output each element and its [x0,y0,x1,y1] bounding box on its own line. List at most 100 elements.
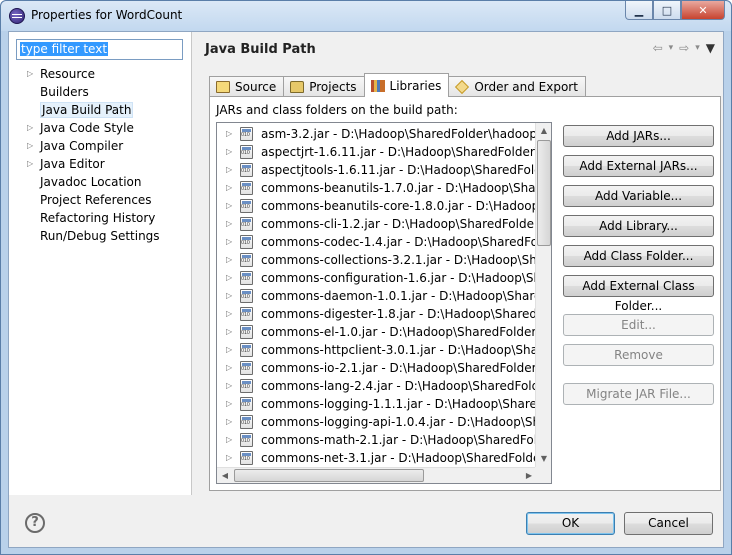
source-folder-icon [216,81,230,93]
expand-arrow-icon[interactable]: ▷ [226,269,232,287]
vertical-scrollbar[interactable]: ▲ ▼ [535,123,551,467]
add-variable-button[interactable]: Add Variable... [563,185,714,207]
list-item[interactable]: ▷ aspectjrt-1.6.11.jar - D:\Hadoop\Shared… [217,143,537,161]
tree-item-refactoring-history[interactable]: Refactoring History [9,209,192,227]
expand-arrow-icon[interactable]: ▷ [226,197,232,215]
expand-arrow-icon[interactable]: ▷ [226,341,232,359]
list-item[interactable]: ▷ commons-net-3.1.jar - D:\Hadoop\SharedF… [217,449,537,467]
add-external-class-folder-button[interactable]: Add External Class Folder... [563,275,714,313]
list-item[interactable]: ▷ commons-httpclient-3.0.1.jar - D:\Hadoo… [217,341,537,359]
list-item[interactable]: ▷ commons-digester-1.8.jar - D:\Hadoop\Sh… [217,305,537,323]
forward-history-chevron-icon[interactable]: ▾ [695,43,700,55]
expand-arrow-icon[interactable]: ▷ [27,65,33,83]
list-item[interactable]: ▷ commons-daemon-1.0.1.jar - D:\Hadoop\Sh… [217,287,537,305]
horizontal-scrollbar[interactable]: ◀ ▶ [217,467,537,483]
libraries-list[interactable]: ▷ asm-3.2.jar - D:\Hadoop\SharedFolder\ha… [216,122,552,484]
list-item[interactable]: ▷ commons-logging-api-1.0.4.jar - D:\Hado… [217,413,537,431]
tree-item-run-debug-settings[interactable]: Run/Debug Settings [9,227,192,245]
list-item[interactable]: ▷ commons-codec-1.4.jar - D:\Hadoop\Share… [217,233,537,251]
jar-file-icon [240,163,253,177]
jar-file-icon [240,451,253,465]
expand-arrow-icon[interactable]: ▷ [226,449,232,467]
expand-arrow-icon[interactable]: ▷ [226,377,232,395]
list-item[interactable]: ▷ commons-math-2.1.jar - D:\Hadoop\Shared… [217,431,537,449]
jar-entry-label: commons-codec-1.4.jar - D:\Hadoop\Shared… [261,235,537,249]
tab-label: Order and Export [474,80,578,94]
jar-entry-label: commons-logging-api-1.0.4.jar - D:\Hadoo… [261,415,537,429]
help-icon[interactable]: ? [25,513,45,533]
add-jars-button[interactable]: Add JARs... [563,125,714,147]
expand-arrow-icon[interactable]: ▷ [226,305,232,323]
scroll-down-icon[interactable]: ▼ [536,451,551,467]
scroll-up-icon[interactable]: ▲ [536,123,551,139]
list-item[interactable]: ▷ asm-3.2.jar - D:\Hadoop\SharedFolder\ha… [217,125,537,143]
vertical-scroll-thumb[interactable] [537,140,551,246]
expand-arrow-icon[interactable]: ▷ [226,125,232,143]
cancel-button[interactable]: Cancel [624,512,713,535]
expand-arrow-icon[interactable]: ▷ [226,161,232,179]
expand-arrow-icon[interactable]: ▷ [226,395,232,413]
expand-arrow-icon[interactable]: ▷ [226,359,232,377]
list-item[interactable]: ▷ aspectjtools-1.6.11.jar - D:\Hadoop\Sha… [217,161,537,179]
tree-item-java-build-path[interactable]: Java Build Path [9,101,192,119]
list-item[interactable]: ▷ commons-beanutils-1.7.0.jar - D:\Hadoop… [217,179,537,197]
tree-item-java-editor[interactable]: ▷ Java Editor [9,155,192,173]
expand-arrow-icon[interactable]: ▷ [226,287,232,305]
title-bar[interactable]: Properties for WordCount ▁ □ ✕ [1,1,731,31]
expand-arrow-icon[interactable]: ▷ [27,137,33,155]
list-item[interactable]: ▷ commons-el-1.0.jar - D:\Hadoop\SharedFo… [217,323,537,341]
expand-arrow-icon[interactable]: ▷ [27,155,33,173]
list-item[interactable]: ▷ commons-io-2.1.jar - D:\Hadoop\SharedFo… [217,359,537,377]
tab-source[interactable]: Source [209,76,285,97]
tree-item-java-compiler[interactable]: ▷ Java Compiler [9,137,192,155]
list-item[interactable]: ▷ commons-collections-3.2.1.jar - D:\Hado… [217,251,537,269]
migrate-jar-file-button[interactable]: Migrate JAR File... [563,383,714,405]
remove-button[interactable]: Remove [563,344,714,366]
expand-arrow-icon[interactable]: ▷ [226,413,232,431]
window-controls: ▁ □ ✕ [625,1,725,21]
list-item[interactable]: ▷ commons-cli-1.2.jar - D:\Hadoop\SharedF… [217,215,537,233]
list-item[interactable]: ▷ commons-logging-1.1.1.jar - D:\Hadoop\S… [217,395,537,413]
back-arrow-icon[interactable]: ⇦ [653,41,663,55]
tab-libraries[interactable]: Libraries [363,73,450,97]
add-class-folder-button[interactable]: Add Class Folder... [563,245,714,267]
close-button[interactable]: ✕ [681,1,725,20]
tree-item-resource[interactable]: ▷ Resource [9,65,192,83]
list-item[interactable]: ▷ commons-lang-2.4.jar - D:\Hadoop\Shared… [217,377,537,395]
jar-file-icon [240,235,253,249]
tree-item-java-code-style[interactable]: ▷ Java Code Style [9,119,192,137]
scroll-left-icon[interactable]: ◀ [217,468,233,483]
add-external-jars-button[interactable]: Add External JARs... [563,155,714,177]
list-item[interactable]: ▷ commons-beanutils-core-1.8.0.jar - D:\H… [217,197,537,215]
jar-entry-label: commons-lang-2.4.jar - D:\Hadoop\SharedF… [261,379,537,393]
expand-arrow-icon[interactable]: ▷ [226,215,232,233]
expand-arrow-icon[interactable]: ▷ [27,119,33,137]
tree-item-project-references[interactable]: Project References [9,191,192,209]
ok-button[interactable]: OK [526,512,615,535]
list-item[interactable]: ▷ commons-configuration-1.6.jar - D:\Hado… [217,269,537,287]
jar-entry-label: aspectjtools-1.6.11.jar - D:\Hadoop\Shar… [261,163,537,177]
minimize-button[interactable]: ▁ [625,1,653,20]
expand-arrow-icon[interactable]: ▷ [226,179,232,197]
expand-arrow-icon[interactable]: ▷ [226,233,232,251]
expand-arrow-icon[interactable]: ▷ [226,431,232,449]
tree-item-javadoc-location[interactable]: Javadoc Location [9,173,192,191]
jars-heading: JARs and class folders on the build path… [216,103,458,117]
jar-file-icon [240,379,253,393]
expand-arrow-icon[interactable]: ▷ [226,323,232,341]
add-library-button[interactable]: Add Library... [563,215,714,237]
edit-button[interactable]: Edit... [563,314,714,336]
horizontal-scroll-thumb[interactable] [234,469,424,482]
filter-input[interactable]: type filter text [16,39,183,60]
view-menu-icon[interactable]: ▼ [706,41,715,55]
tab-projects[interactable]: Projects [283,76,365,97]
expand-arrow-icon[interactable]: ▷ [226,143,232,161]
jar-entry-label: commons-logging-1.1.1.jar - D:\Hadoop\Sh… [261,397,537,411]
tree-item-builders[interactable]: Builders [9,83,192,101]
back-history-chevron-icon[interactable]: ▾ [669,43,674,55]
tab-order-and-export[interactable]: Order and Export [448,76,586,97]
expand-arrow-icon[interactable]: ▷ [226,251,232,269]
jar-file-icon [240,181,253,195]
forward-arrow-icon[interactable]: ⇨ [679,41,689,55]
maximize-button[interactable]: □ [653,1,681,20]
